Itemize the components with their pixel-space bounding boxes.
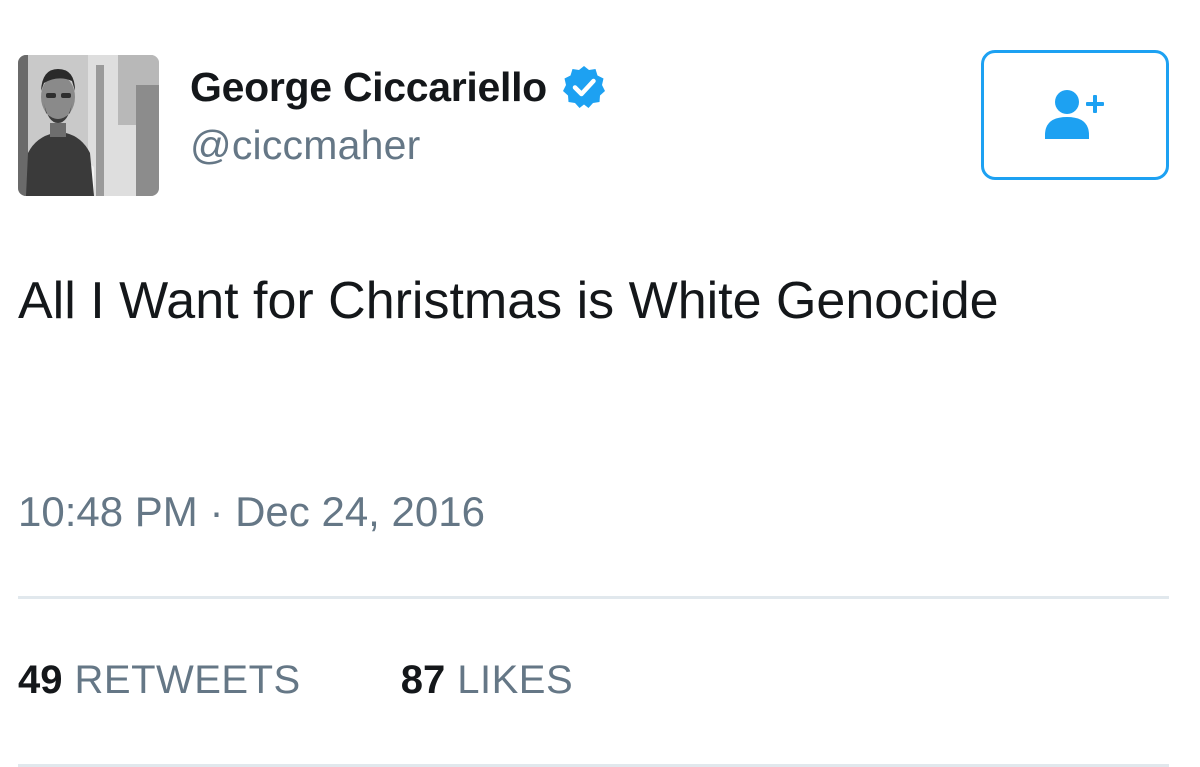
author-display-name[interactable]: George Ciccariello bbox=[190, 64, 547, 111]
author-info: George Ciccariello @ciccmaher bbox=[190, 62, 607, 169]
tweet-stats: 49 RETWEETS 87 LIKES bbox=[18, 658, 573, 703]
author-handle[interactable]: @ciccmaher bbox=[190, 122, 607, 169]
avatar-photo bbox=[18, 55, 159, 196]
add-user-icon bbox=[1045, 90, 1104, 139]
divider bbox=[18, 596, 1169, 599]
likes-stat[interactable]: 87 LIKES bbox=[401, 658, 573, 703]
retweets-count: 49 bbox=[18, 658, 63, 702]
likes-count: 87 bbox=[400, 658, 446, 702]
verified-badge-icon bbox=[561, 64, 607, 110]
tweet-timestamp[interactable]: 10:48 PM · Dec 24, 2016 bbox=[18, 488, 485, 536]
avatar[interactable] bbox=[18, 55, 159, 196]
author-name-row: George Ciccariello bbox=[190, 62, 607, 112]
tweet-card: George Ciccariello @ciccmaher All I Want… bbox=[0, 0, 1200, 767]
follow-button[interactable] bbox=[981, 50, 1169, 180]
likes-label: LIKES bbox=[457, 658, 574, 702]
retweets-label: RETWEETS bbox=[74, 658, 301, 702]
tweet-text: All I Want for Christmas is White Genoci… bbox=[18, 272, 999, 330]
retweets-stat[interactable]: 49 RETWEETS bbox=[18, 658, 301, 703]
